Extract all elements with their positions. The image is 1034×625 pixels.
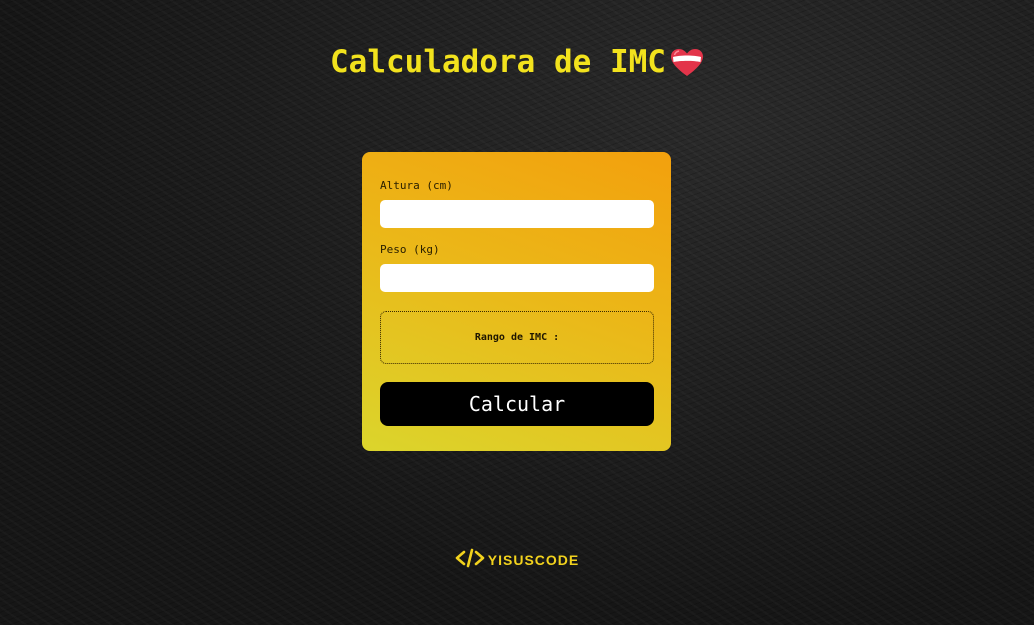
height-input[interactable] bbox=[380, 200, 654, 228]
weight-label: Peso (kg) bbox=[380, 243, 440, 256]
page-title-text: Calculadora de IMC bbox=[330, 44, 666, 80]
imc-result-label: Rango de IMC : bbox=[474, 332, 560, 343]
imc-form-card: Altura (cm) Peso (kg) Rango de IMC : Cal… bbox=[362, 152, 671, 451]
code-icon bbox=[455, 548, 485, 572]
heart-icon bbox=[670, 48, 704, 86]
imc-result-box: Rango de IMC : bbox=[380, 311, 654, 364]
footer-brand-text: YISUSCODE bbox=[487, 552, 580, 568]
calculate-button[interactable]: Calcular bbox=[380, 382, 654, 426]
weight-input[interactable] bbox=[380, 264, 654, 292]
page-title: Calculadora de IMC bbox=[0, 44, 1034, 86]
footer-brand[interactable]: YISUSCODE bbox=[0, 548, 1034, 572]
height-label: Altura (cm) bbox=[380, 179, 453, 192]
